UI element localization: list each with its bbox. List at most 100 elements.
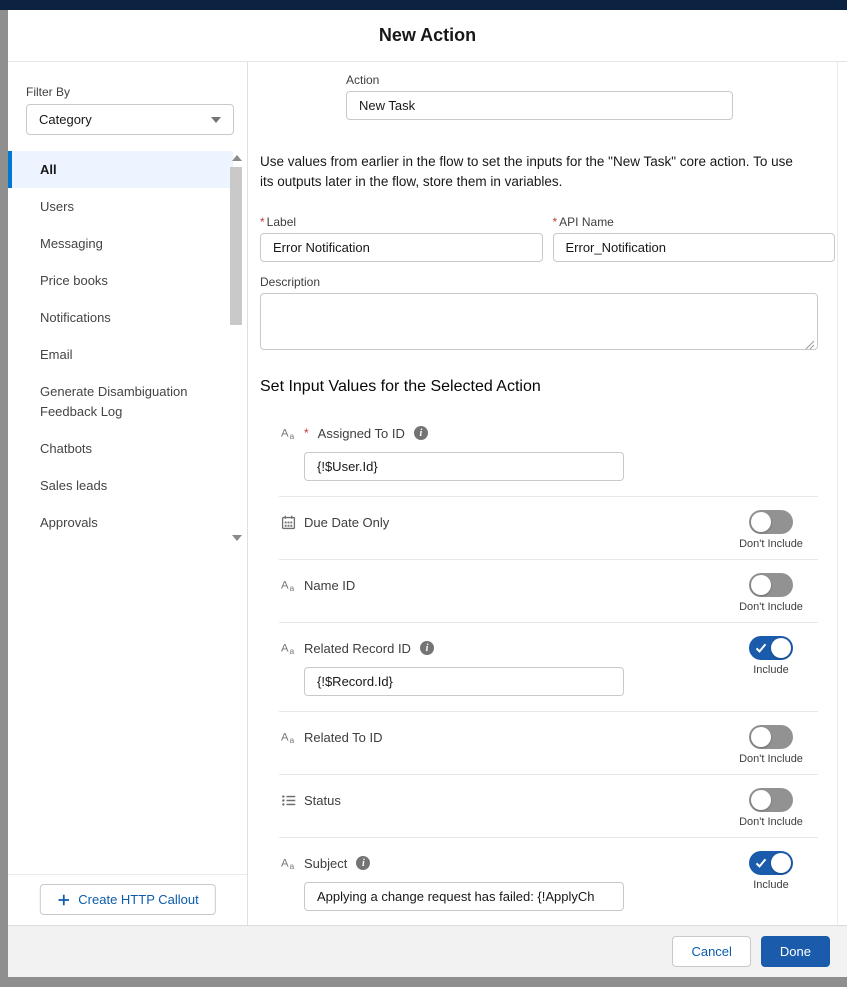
- check-icon: [755, 857, 767, 869]
- sidebar-item-all[interactable]: All: [8, 151, 233, 188]
- scroll-up-arrow-icon[interactable]: [232, 155, 242, 161]
- include-toggle[interactable]: [749, 573, 793, 597]
- input-row-value[interactable]: [304, 452, 624, 481]
- text-type-icon: Aa: [279, 730, 297, 745]
- description-textarea[interactable]: [260, 293, 818, 350]
- category-filter-dropdown[interactable]: Category: [26, 104, 234, 135]
- text-type-icon: Aa: [279, 641, 297, 656]
- required-asterisk: *: [553, 215, 558, 229]
- sidebar-category-label: Chatbots: [40, 441, 92, 456]
- sidebar-item-price-books[interactable]: Price books: [8, 262, 233, 299]
- svg-text:a: a: [289, 735, 294, 745]
- api-name-field-group: *API Name: [553, 215, 836, 262]
- include-toggle[interactable]: [749, 636, 793, 660]
- sidebar-category-label: Sales leads: [40, 478, 107, 493]
- svg-text:A: A: [281, 642, 289, 654]
- sidebar-category-label: All: [40, 162, 57, 177]
- calendar-icon: [279, 515, 297, 530]
- filter-by-label: Filter By: [26, 85, 247, 99]
- main-panel: Action Use values from earlier in the fl…: [248, 62, 847, 925]
- required-asterisk: *: [260, 215, 265, 229]
- text-type-icon: Aa: [279, 856, 297, 871]
- input-row-value[interactable]: [304, 667, 624, 696]
- category-sidebar: Filter By Category All Users Messaging P…: [8, 62, 247, 925]
- plus-icon: [56, 893, 70, 907]
- info-icon[interactable]: i: [420, 641, 434, 655]
- input-rows: Aa * Assigned To ID i Due Date Only: [279, 408, 818, 925]
- include-toggle[interactable]: [749, 788, 793, 812]
- scroll-down-arrow-icon[interactable]: [232, 535, 242, 541]
- info-icon[interactable]: i: [356, 856, 370, 870]
- modal-body: Filter By Category All Users Messaging P…: [8, 62, 847, 925]
- sidebar-item-notifications[interactable]: Notifications: [8, 299, 233, 336]
- sidebar-item-messaging[interactable]: Messaging: [8, 225, 233, 262]
- svg-text:a: a: [289, 861, 294, 871]
- label-apiname-row: *Label *API Name: [260, 215, 835, 262]
- sidebar-category-label: Email: [40, 347, 73, 362]
- category-list: All Users Messaging Price books Notifica…: [8, 151, 247, 545]
- required-asterisk: *: [304, 426, 309, 440]
- background-top-bar: [0, 0, 847, 10]
- include-toggle[interactable]: [749, 725, 793, 749]
- label-input[interactable]: [260, 233, 543, 262]
- input-row-value[interactable]: [304, 882, 624, 911]
- page-title: New Action: [379, 25, 476, 46]
- text-type-icon: Aa: [279, 578, 297, 593]
- sidebar-category-label: Notifications: [40, 310, 111, 325]
- action-input-row: Status Don't Include: [279, 775, 818, 838]
- sidebar-item-chatbots[interactable]: Chatbots: [8, 430, 233, 467]
- svg-text:A: A: [281, 427, 289, 439]
- label-field-group: *Label: [260, 215, 543, 262]
- action-input[interactable]: [346, 91, 733, 120]
- input-row-label: Due Date Only: [304, 515, 389, 530]
- svg-text:a: a: [289, 646, 294, 656]
- api-name-input[interactable]: [553, 233, 836, 262]
- create-http-callout-label: Create HTTP Callout: [78, 892, 198, 907]
- sidebar-item-users[interactable]: Users: [8, 188, 233, 225]
- action-input-row: Aa * Assigned To ID i: [279, 408, 818, 497]
- info-icon[interactable]: i: [414, 426, 428, 440]
- create-http-callout-button[interactable]: Create HTTP Callout: [39, 884, 215, 915]
- main-scrollbar-track[interactable]: [837, 62, 838, 925]
- category-filter-value: Category: [39, 112, 92, 127]
- sidebar-category-label: Generate Disambiguation Feedback Log: [40, 384, 187, 419]
- include-toggle[interactable]: [749, 510, 793, 534]
- sidebar-category-label: Users: [40, 199, 74, 214]
- input-row-label: Status: [304, 793, 341, 808]
- sidebar-item-generate-disambiguation-feedback-log[interactable]: Generate Disambiguation Feedback Log: [8, 373, 233, 430]
- input-row-label: Subject: [304, 856, 347, 871]
- sidebar-item-sales-leads[interactable]: Sales leads: [8, 467, 233, 504]
- toggle-caption: Don't Include: [739, 753, 803, 765]
- toggle-caption: Don't Include: [739, 816, 803, 828]
- input-row-label: Assigned To ID: [318, 426, 405, 441]
- label-field-label: *Label: [260, 215, 543, 229]
- svg-text:A: A: [281, 579, 289, 591]
- svg-text:A: A: [281, 731, 289, 743]
- svg-text:a: a: [289, 583, 294, 593]
- input-row-label: Name ID: [304, 578, 355, 593]
- text-type-icon: Aa: [279, 426, 297, 441]
- action-input-row: Aa Related To ID Don't Include: [279, 712, 818, 775]
- action-input-row: Aa Related Record ID i Include: [279, 623, 818, 712]
- svg-text:a: a: [289, 431, 294, 441]
- action-input-row: Due Date Only Don't Include: [279, 497, 818, 560]
- picklist-icon: [279, 793, 297, 808]
- scrollbar-thumb[interactable]: [230, 167, 242, 325]
- sidebar-item-email[interactable]: Email: [8, 336, 233, 373]
- sidebar-item-approvals[interactable]: Approvals: [8, 504, 233, 541]
- description-label: Description: [260, 275, 835, 289]
- modal-header: New Action: [8, 10, 847, 62]
- resize-handle-icon[interactable]: [805, 337, 815, 347]
- include-toggle[interactable]: [749, 851, 793, 875]
- action-input-row: Aa Name ID Don't Include: [279, 560, 818, 623]
- intro-text: Use values from earlier in the flow to s…: [260, 152, 805, 192]
- action-field-group: Action: [346, 73, 847, 120]
- toggle-caption: Include: [753, 664, 788, 676]
- cancel-button[interactable]: Cancel: [672, 936, 750, 967]
- toggle-caption: Don't Include: [739, 538, 803, 550]
- sidebar-category-label: Messaging: [40, 236, 103, 251]
- toggle-caption: Include: [753, 879, 788, 891]
- toggle-caption: Don't Include: [739, 601, 803, 613]
- description-field-group: Description: [260, 275, 835, 350]
- done-button[interactable]: Done: [761, 936, 830, 967]
